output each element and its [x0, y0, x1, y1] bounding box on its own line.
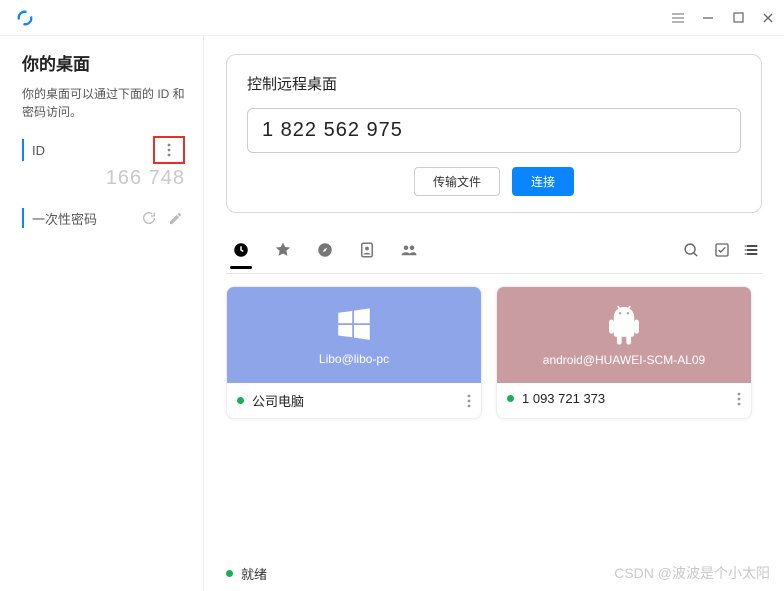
id-field-header: ID — [22, 139, 185, 161]
device-user: Libo@libo-pc — [319, 352, 389, 366]
device-display-name: 1 093 721 373 — [522, 391, 605, 406]
maximize-button[interactable] — [730, 10, 746, 26]
list-view-icon[interactable] — [744, 242, 760, 259]
tab-favorites[interactable] — [270, 237, 296, 263]
status-ready-label: 就绪 — [241, 564, 267, 583]
remote-id-input[interactable] — [247, 108, 741, 153]
id-value: 166 748 — [22, 167, 185, 190]
statusbar: 就绪 — [226, 564, 267, 583]
select-icon[interactable] — [714, 242, 730, 259]
device-card[interactable]: Libo@libo-pc 公司电脑 — [226, 286, 482, 419]
tab-recent[interactable] — [228, 237, 254, 263]
refresh-icon[interactable] — [139, 208, 159, 228]
tab-groups[interactable] — [396, 237, 422, 263]
id-more-highlight — [153, 136, 185, 164]
connect-button[interactable]: 连接 — [512, 167, 574, 196]
remote-card-title: 控制远程桌面 — [247, 73, 741, 94]
watermark: CSDN @波波是个小太阳 — [614, 563, 770, 583]
device-footer: 公司电脑 — [227, 383, 481, 418]
status-dot-icon — [507, 395, 514, 402]
close-button[interactable] — [760, 10, 776, 26]
id-label: ID — [32, 143, 45, 158]
device-display-name: 公司电脑 — [252, 391, 304, 410]
main-area: 控制远程桌面 传输文件 连接 — [204, 36, 784, 591]
sidebar: 你的桌面 你的桌面可以通过下面的 ID 和密码访问。 ID 166 748 一次… — [0, 36, 204, 591]
sidebar-title: 你的桌面 — [22, 50, 185, 75]
app-logo-icon — [16, 9, 34, 27]
windows-icon — [333, 304, 375, 346]
device-more-button[interactable] — [737, 392, 741, 406]
status-dot-icon — [237, 397, 244, 404]
id-more-button[interactable] — [157, 139, 181, 161]
android-icon — [604, 303, 644, 347]
remote-control-card: 控制远程桌面 传输文件 连接 — [226, 54, 762, 213]
status-ready-dot-icon — [226, 570, 233, 577]
divider — [226, 273, 762, 274]
device-user: android@HUAWEI-SCM-AL09 — [543, 353, 705, 367]
device-hero: Libo@libo-pc — [227, 287, 481, 383]
sidebar-desc: 你的桌面可以通过下面的 ID 和密码访问。 — [22, 85, 185, 121]
tab-discover[interactable] — [312, 237, 338, 263]
edit-icon[interactable] — [165, 208, 185, 228]
otp-field-header: 一次性密码 — [22, 208, 185, 228]
device-footer: 1 093 721 373 — [497, 383, 751, 414]
device-more-button[interactable] — [467, 394, 471, 408]
device-grid: Libo@libo-pc 公司电脑 andr — [226, 286, 762, 419]
otp-label: 一次性密码 — [32, 209, 97, 228]
search-icon[interactable] — [683, 242, 700, 259]
tabbar — [226, 237, 762, 267]
titlebar — [0, 0, 784, 36]
transfer-file-button[interactable]: 传输文件 — [414, 167, 500, 196]
device-hero: android@HUAWEI-SCM-AL09 — [497, 287, 751, 383]
minimize-button[interactable] — [700, 10, 716, 26]
menu-icon[interactable] — [670, 10, 686, 26]
device-card[interactable]: android@HUAWEI-SCM-AL09 1 093 721 373 — [496, 286, 752, 419]
tab-addressbook[interactable] — [354, 237, 380, 263]
